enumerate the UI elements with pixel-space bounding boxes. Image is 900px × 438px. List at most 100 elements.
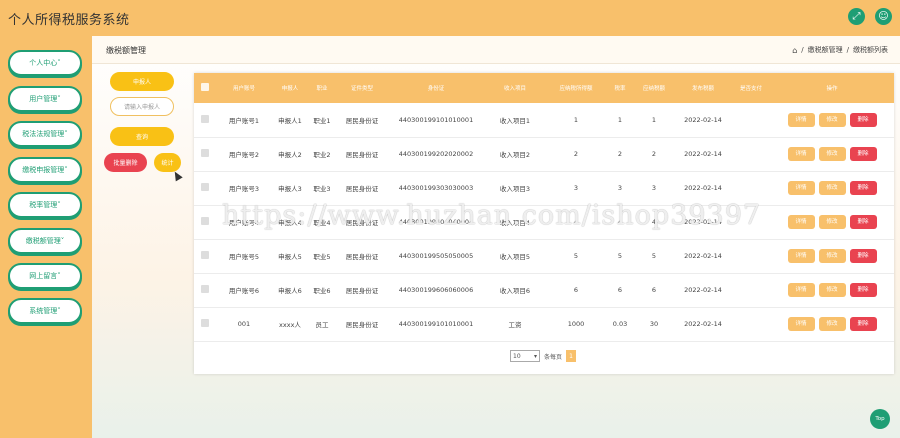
view-button[interactable]: 详情 <box>787 181 815 195</box>
sidebar-item-tax-law[interactable]: 税法法规管理 ˅ <box>8 121 82 147</box>
table-cell: 居民身份证 <box>345 219 379 227</box>
table-cell: 收入项目5 <box>499 253 531 261</box>
edit-button[interactable]: 修改 <box>818 112 846 127</box>
column-header: 应纳税额 <box>642 86 665 92</box>
sidebar: 个人中心 ˅ 用户管理 ˅ 税法法规管理 ˅ 缴税申报管理 ˅ 税率管理 ˅ 缴税额管理 ˅… <box>0 36 92 438</box>
edit-button[interactable]: 修改 <box>818 215 846 229</box>
table-cell: 收入项目2 <box>499 151 531 159</box>
back-to-top-button[interactable]: Top <box>870 409 890 429</box>
table-cell: 申报人5 <box>278 253 302 261</box>
table-cell: 1 <box>617 115 623 124</box>
table-cell: 440300199505050005 <box>398 252 474 260</box>
row-checkbox[interactable] <box>201 217 209 225</box>
edit-button[interactable]: 修改 <box>818 181 846 195</box>
view-button[interactable]: 详情 <box>787 112 815 127</box>
table-cell <box>732 307 770 341</box>
delete-button[interactable]: 删除 <box>849 317 877 331</box>
sidebar-item-tax-rate[interactable]: 税率管理 ˅ <box>8 192 82 218</box>
column-header: 税率 <box>614 86 626 92</box>
sidebar-item-users[interactable]: 用户管理 ˅ <box>8 86 82 112</box>
expand-icon[interactable]: ⤢ <box>848 8 865 25</box>
user-icon[interactable]: ☺ <box>875 8 892 25</box>
home-icon[interactable]: ⌂ <box>792 46 797 55</box>
per-page-label: 条每页 <box>544 353 563 361</box>
table-body: 用户账号1 申报人1 职业1 居民身份证 440300199101010001 收入项目1… <box>194 103 894 341</box>
chevron-down-icon: ˅ <box>57 307 61 315</box>
table-cell: 3 <box>617 184 623 192</box>
edit-button[interactable]: 修改 <box>818 249 846 263</box>
row-checkbox[interactable] <box>201 319 209 327</box>
app-title: 个人所得税服务系统 <box>8 12 130 28</box>
table-cell: 职业1 <box>313 116 331 125</box>
row-checkbox[interactable] <box>201 149 209 157</box>
chevron-down-icon: ˅ <box>57 272 61 280</box>
table-cell <box>732 103 770 137</box>
view-button[interactable]: 详情 <box>787 215 815 229</box>
sidebar-item-messages[interactable]: 网上留言 ˅ <box>8 263 82 289</box>
view-button[interactable]: 详情 <box>787 317 815 331</box>
delete-button[interactable]: 删除 <box>849 112 877 127</box>
delete-button[interactable]: 删除 <box>849 283 877 297</box>
table-cell: 用户账号6 <box>228 287 260 295</box>
delete-button[interactable]: 删除 <box>849 215 877 229</box>
row-checkbox[interactable] <box>201 183 209 191</box>
breadcrumb-item[interactable]: 缴税额管理 <box>808 45 843 55</box>
delete-button[interactable]: 删除 <box>849 249 877 263</box>
table-cell: 6 <box>573 286 579 294</box>
sidebar-item-personal-center[interactable]: 个人中心 ˅ <box>8 50 82 76</box>
chevron-down-icon: ˅ <box>57 59 61 67</box>
edit-button[interactable]: 修改 <box>818 147 846 161</box>
column-header: 用户账号 <box>232 86 255 92</box>
row-actions: 详情 修改 删除 <box>770 307 894 341</box>
table-cell: 2022-02-14 <box>684 286 722 294</box>
row-checkbox[interactable] <box>201 285 209 293</box>
table-cell: 30 <box>649 320 659 328</box>
declarant-input[interactable]: 请输入申报人 <box>110 97 174 116</box>
table-cell: 440300199606060006 <box>398 286 474 294</box>
table-cell: 2 <box>573 150 579 158</box>
row-actions: 详情 修改 删除 <box>770 205 894 239</box>
table-cell: 收入项目1 <box>499 116 531 125</box>
chevron-down-icon: ▾ <box>533 352 537 360</box>
page-number-button[interactable]: 1 <box>566 350 577 362</box>
page-title: 缴税额管理 <box>106 46 146 55</box>
view-button[interactable]: 详情 <box>787 283 815 297</box>
select-all-checkbox[interactable] <box>201 83 209 91</box>
search-button[interactable]: 查询 <box>110 127 174 146</box>
sidebar-item-tax-declaration[interactable]: 缴税申报管理 ˅ <box>8 157 82 183</box>
tax-table-container: 用户账号 申报人 职业 证件类型 身份证 收入项目 应纳税所得额 税率 应纳税额… <box>194 73 894 374</box>
table-cell: 申报人3 <box>278 185 302 193</box>
view-button[interactable]: 详情 <box>787 249 815 263</box>
tax-table: 用户账号 申报人 职业 证件类型 身份证 收入项目 应纳税所得额 税率 应纳税额… <box>194 73 894 342</box>
table-cell: 申报人2 <box>278 151 302 159</box>
sidebar-item-system[interactable]: 系统管理 ˅ <box>8 298 82 324</box>
edit-button[interactable]: 修改 <box>818 283 846 297</box>
table-row: 用户账号1 申报人1 职业1 居民身份证 440300199101010001 收入项目1… <box>194 103 894 137</box>
table-cell: 5 <box>573 252 579 260</box>
page-size-select[interactable]: 10 ▾ <box>510 350 540 362</box>
column-header: 收入项目 <box>503 86 526 92</box>
table-cell: 2022-02-14 <box>684 184 722 192</box>
batch-delete-button[interactable]: 批量删除 <box>104 153 147 172</box>
delete-button[interactable]: 删除 <box>849 147 877 161</box>
edit-button[interactable]: 修改 <box>818 317 846 331</box>
view-button[interactable]: 详情 <box>787 147 815 161</box>
sidebar-item-tax-amount[interactable]: 缴税额管理 ˅ <box>8 228 82 254</box>
row-checkbox[interactable] <box>201 251 209 259</box>
column-header: 职业 <box>316 86 328 92</box>
table-cell: 职业6 <box>313 287 331 295</box>
column-header: 操作 <box>826 86 838 92</box>
table-cell: 6 <box>651 286 657 294</box>
table-cell: 3 <box>573 184 579 192</box>
table-cell: 440300199101010001 <box>398 320 474 328</box>
table-cell: 3 <box>651 184 657 192</box>
table-cell: 工资 <box>508 321 522 329</box>
table-cell: 居民身份证 <box>345 287 379 295</box>
delete-button[interactable]: 删除 <box>849 181 877 195</box>
table-cell: 收入项目3 <box>499 185 531 193</box>
table-cell: 2022-02-14 <box>684 320 722 328</box>
row-checkbox[interactable] <box>201 114 209 123</box>
table-cell: 职业3 <box>313 185 331 193</box>
row-actions: 详情 修改 删除 <box>770 171 894 205</box>
row-actions: 详情 修改 删除 <box>770 273 894 307</box>
